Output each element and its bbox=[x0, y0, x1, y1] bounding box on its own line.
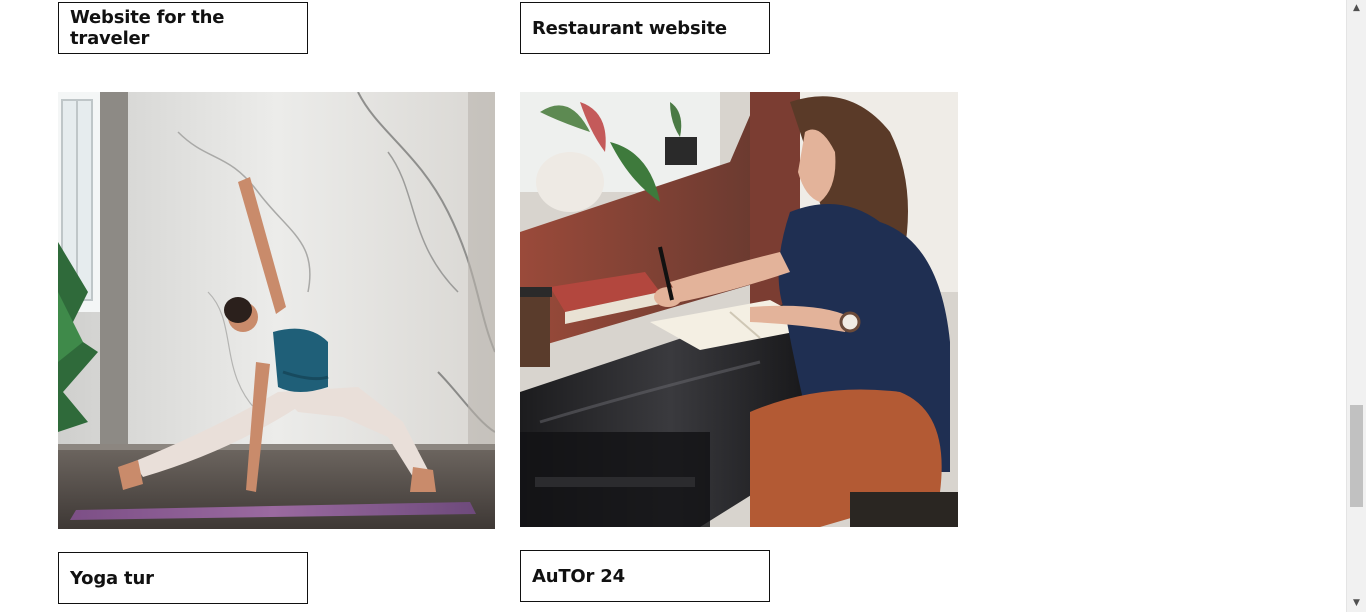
project-label-website-for-the-traveler[interactable]: Website for the traveler bbox=[58, 2, 308, 54]
yoga-tur-image[interactable] bbox=[58, 92, 495, 529]
portfolio-page: Website for the traveler Restaurant webs… bbox=[0, 0, 1366, 612]
project-label-yoga-tur[interactable]: Yoga tur bbox=[58, 552, 308, 604]
project-label-restaurant-website[interactable]: Restaurant website bbox=[520, 2, 770, 54]
project-label-autor-24[interactable]: AuTOr 24 bbox=[520, 550, 770, 602]
arrow-up-icon[interactable]: ▲ bbox=[1347, 0, 1366, 17]
yoga-photo bbox=[58, 92, 495, 529]
writing-photo bbox=[520, 92, 958, 527]
arrow-down-icon[interactable]: ▼ bbox=[1347, 595, 1366, 612]
vertical-scrollbar[interactable]: ▲ ▼ bbox=[1346, 0, 1366, 612]
autor-24-image[interactable] bbox=[520, 92, 958, 527]
scrollbar-thumb[interactable] bbox=[1350, 405, 1363, 507]
